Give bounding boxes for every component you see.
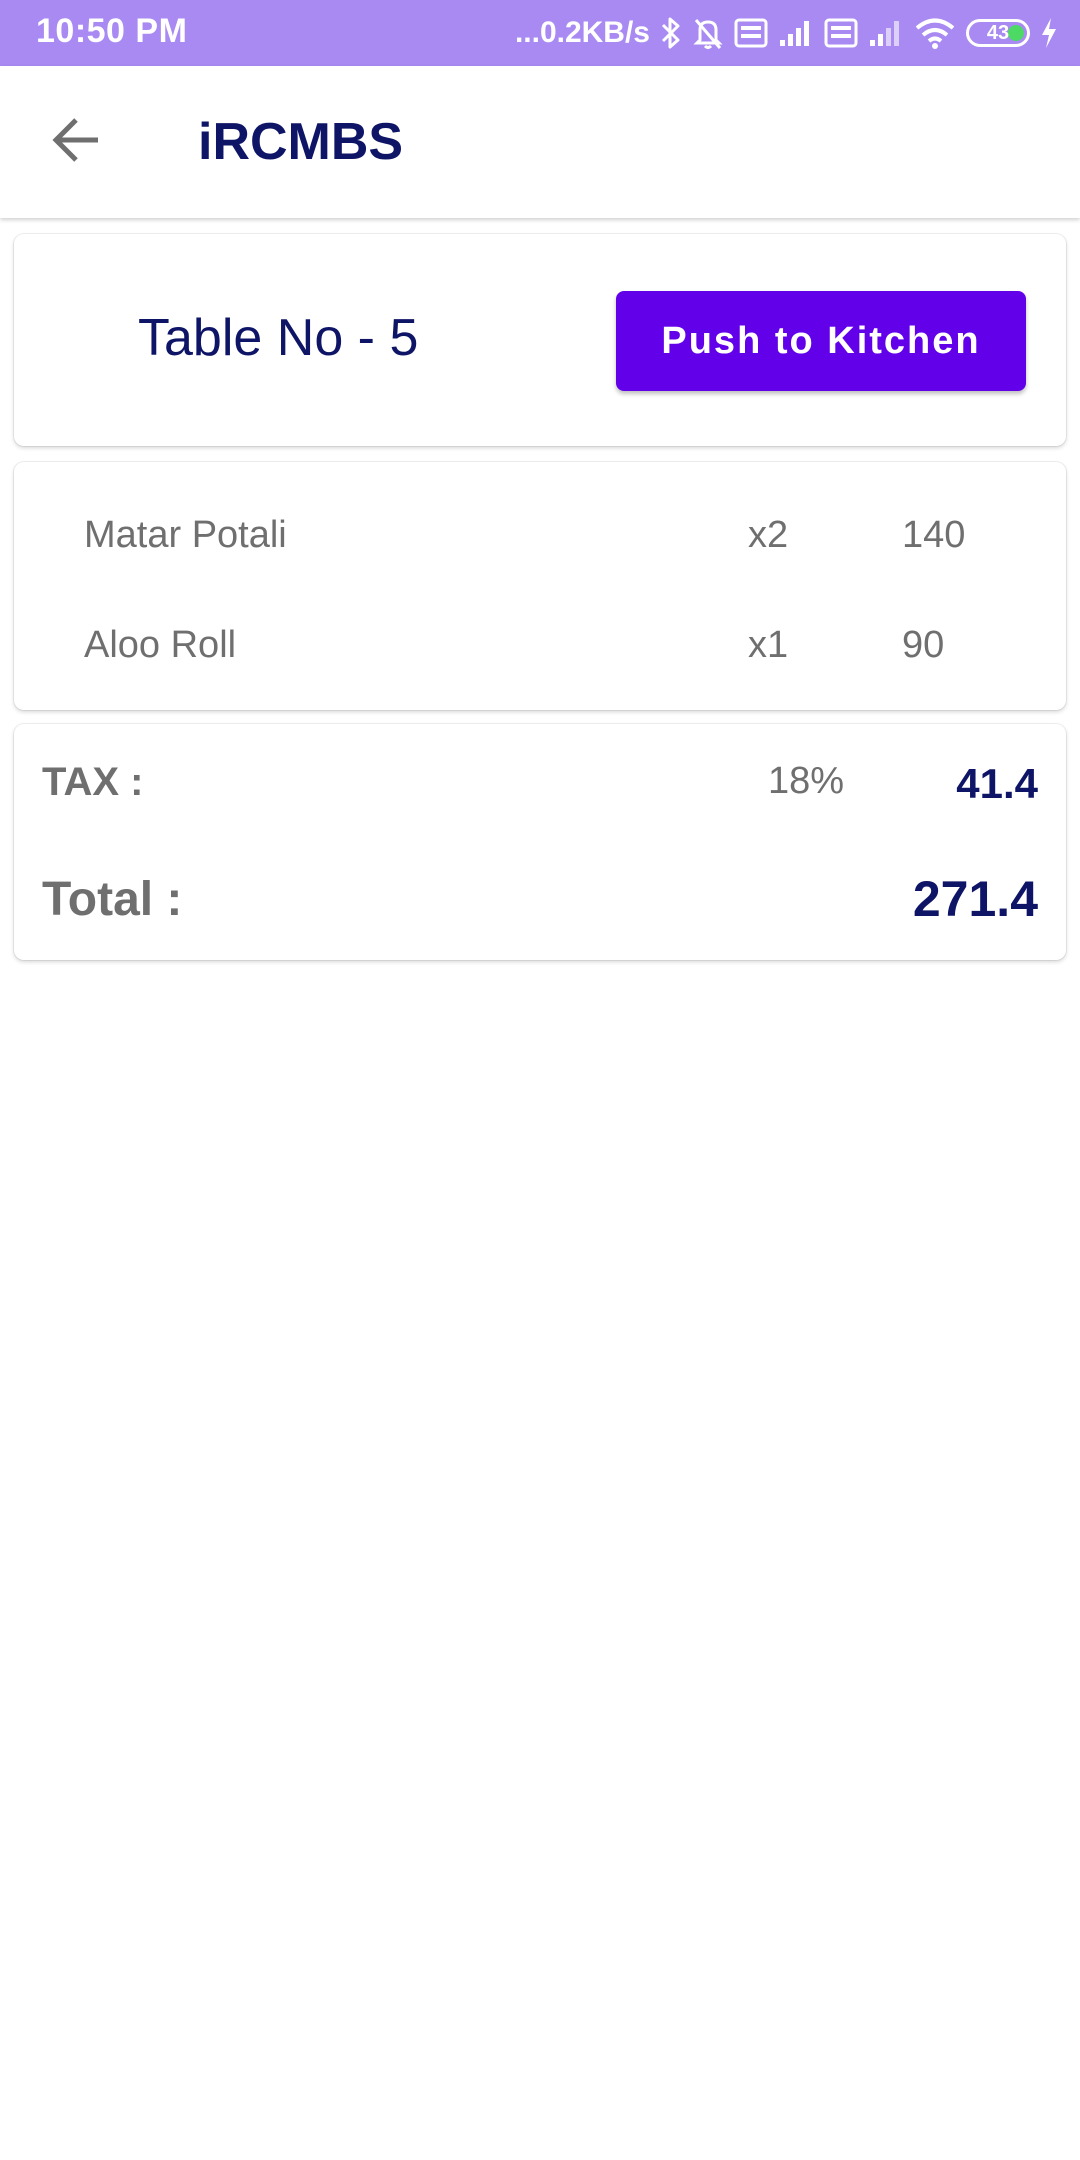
bluetooth-icon: [660, 16, 682, 50]
list-item: Matar Potali x2 140: [14, 506, 1066, 566]
item-name: Aloo Roll: [84, 624, 237, 666]
status-bar: 10:50 PM ...0.2KB/s 43: [0, 0, 1080, 66]
list-item: Aloo Roll x1 90: [14, 616, 1066, 676]
volte-icon: [734, 18, 768, 48]
app-bar: iRCMBS: [0, 66, 1080, 218]
total-amount: 271.4: [912, 871, 1038, 927]
battery-level: 43: [986, 21, 1010, 44]
wifi-icon: [914, 17, 956, 49]
battery-icon: 43: [966, 19, 1030, 47]
tax-rate: 18%: [768, 760, 845, 802]
item-price: 140: [902, 514, 966, 556]
item-price: 90: [902, 624, 945, 666]
item-quantity: x1: [748, 624, 789, 666]
tax-amount: 41.4: [956, 760, 1038, 807]
volte-icon: [824, 18, 858, 48]
table-number: Table No - 5: [138, 309, 419, 367]
order-items-card: Matar Potali x2 140 Aloo Roll x1 90: [14, 462, 1066, 710]
status-time: 10:50 PM: [36, 12, 188, 50]
total-label: Total :: [42, 873, 183, 926]
status-icons: ...0.2KB/s 43: [515, 10, 1058, 56]
arrow-back-icon: [50, 114, 102, 171]
back-button[interactable]: [40, 106, 112, 178]
tax-label: TAX :: [42, 760, 144, 804]
app-title: iRCMBS: [198, 113, 404, 171]
totals-card: TAX : 18% 41.4 Total : 271.4: [14, 724, 1066, 960]
item-name: Matar Potali: [84, 514, 287, 556]
charging-icon: [1040, 17, 1058, 49]
table-card: Table No - 5 Push to Kitchen: [14, 234, 1066, 446]
signal-icon: [868, 18, 904, 48]
network-speed: ...0.2KB/s: [514, 16, 650, 49]
item-quantity: x2: [748, 514, 789, 556]
mute-notifications-icon: [692, 16, 724, 50]
push-to-kitchen-button[interactable]: Push to Kitchen: [616, 291, 1026, 391]
signal-icon: [778, 18, 814, 48]
